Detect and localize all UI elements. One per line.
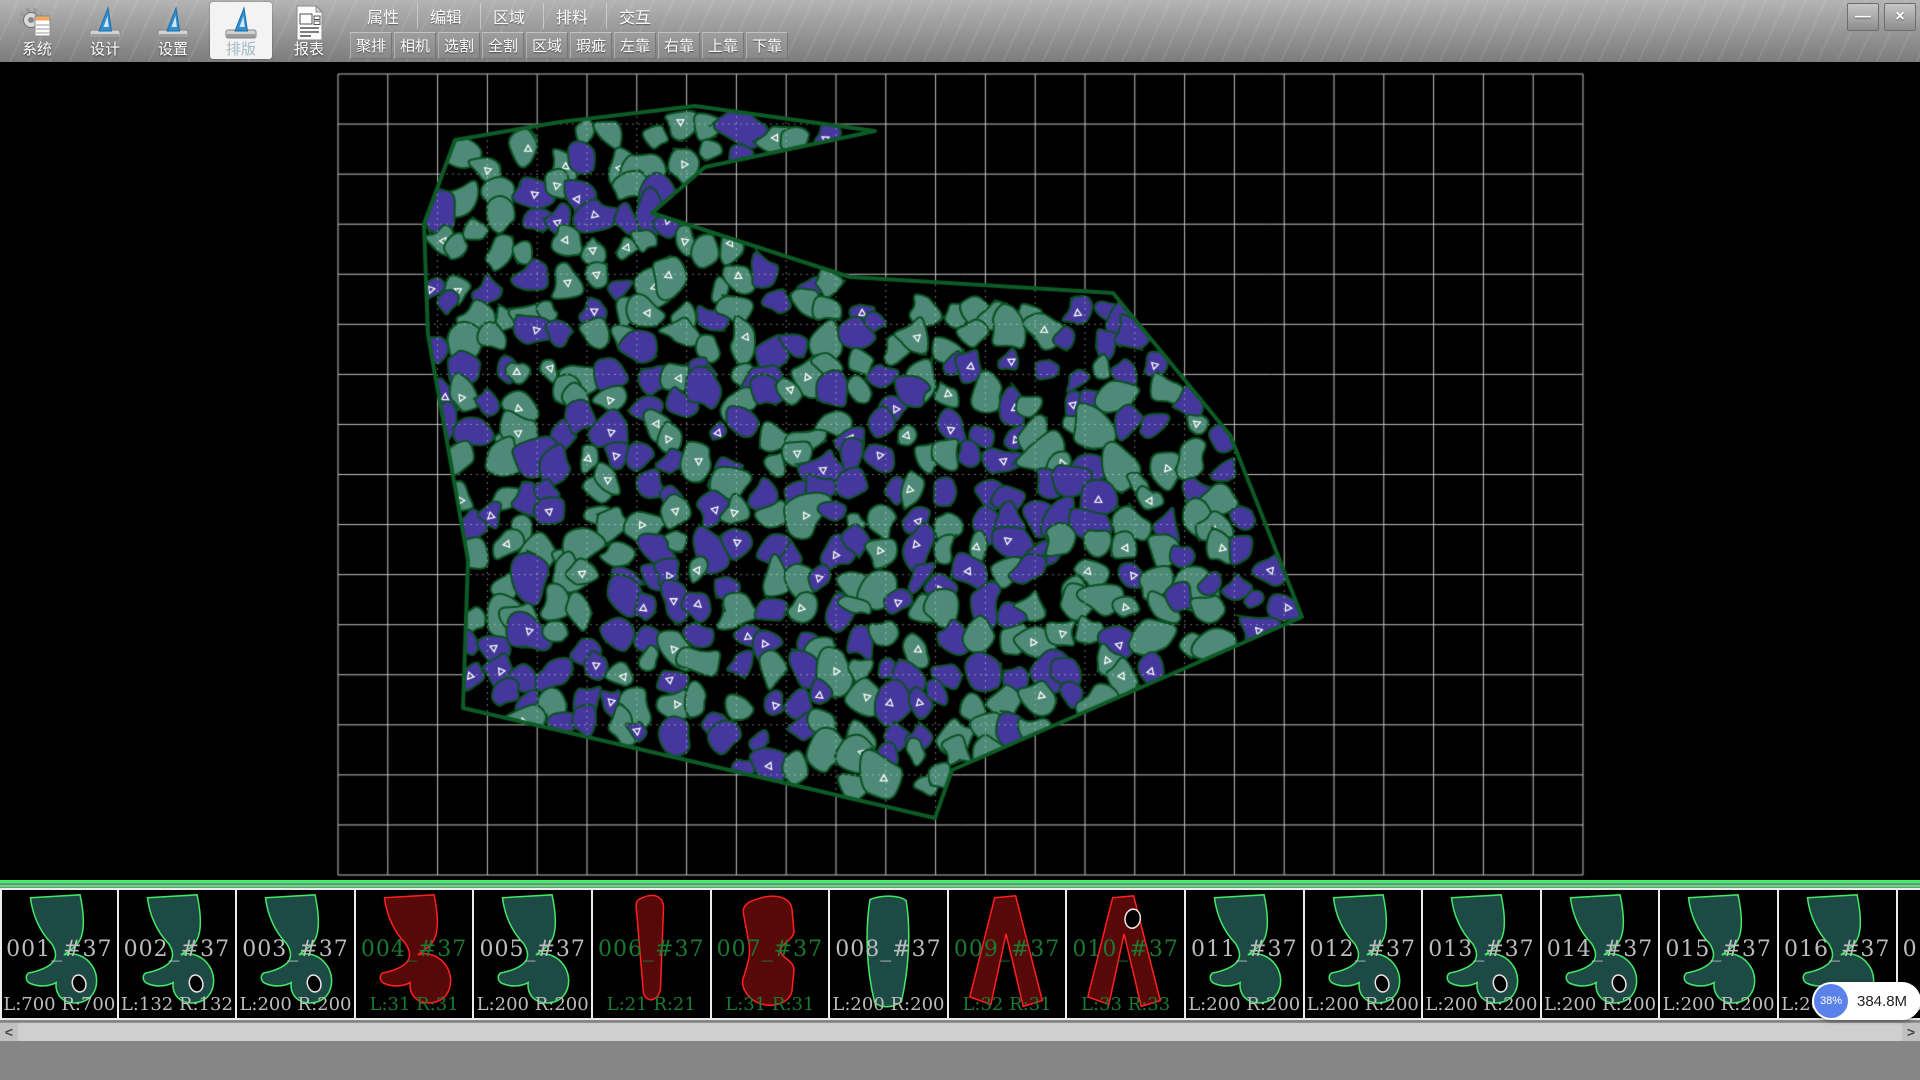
piece-filmstrip: 001_#37L:700 R:700002_#37L:132 R:132003_… [0,888,1920,1020]
piece-name: 011_#37 [1186,937,1303,962]
piece-name: 013_#37 [1423,937,1540,962]
filmstrip-item[interactable]: 012_#37 L:200 R:200 [1305,888,1424,1020]
piece-lr-count: L:200 R:200 [830,994,947,1015]
filmstrip-separator-line [0,880,1920,883]
app-button-system[interactable]: 系统 [6,2,68,59]
piece-lr-count: L:200 R:200 [474,994,591,1015]
piece-lr-count: L:32 R:31 [949,994,1066,1015]
piece-name: 001_#37 [2,937,117,962]
tool-align-left[interactable]: 左靠 [614,32,656,59]
piece-name: 007_#37 [712,937,829,962]
report-icon [291,3,327,41]
menu-properties[interactable]: 属性 [355,3,411,29]
filmstrip-item[interactable]: 013_#37 L:200 R:200 [1423,888,1542,1020]
piece-lr-count: L:200 R:200 [1305,994,1422,1015]
piece-lr-count: L:31 R:31 [712,994,829,1015]
piece-name: 003_#37 [237,937,354,962]
filmstrip-item[interactable]: 014_#37 L:200 R:200 [1542,888,1661,1020]
piece-lr-count: L:33 R:33 [1067,994,1184,1015]
settings-icon [154,3,192,41]
minimize-button[interactable]: — [1847,3,1879,31]
filmstrip-item[interactable]: 011_#37 L:200 R:200 [1186,888,1305,1020]
app-button-label: 设置 [158,41,188,59]
piece-name: 006_#37 [593,937,710,962]
piece-name: 012_#37 [1305,937,1422,962]
scroll-right-button[interactable]: > [1902,1023,1920,1041]
filmstrip-item[interactable]: 003_#37 L:200 R:200 [237,888,356,1020]
app-mode-buttons: 系统 设计 设置 排版 报表 [6,2,340,59]
tool-select-cut[interactable]: 选割 [438,32,480,59]
tool-region[interactable]: 区域 [526,32,568,59]
menu-tabs: 属性编辑区域排料交互 [352,3,666,29]
piece-name: 005_#37 [474,937,591,962]
piece-name: 002_#37 [119,937,236,962]
tool-cluster-nest[interactable]: 聚排 [350,32,392,59]
piece-name: 015_#37 [1660,937,1777,962]
piece-lr-count: L:700 R:700 [2,994,117,1015]
filmstrip-item[interactable]: 006_#37 L:21 R:21 [593,888,712,1020]
app-button-label: 排版 [226,41,256,59]
piece-lr-count: L:31 R:31 [356,994,473,1015]
progress-circle: 38% [1814,984,1848,1018]
filmstrip-item[interactable]: 004_#37 L:31 R:31 [356,888,475,1020]
tool-defect[interactable]: 瑕疵 [570,32,612,59]
piece-name: 016_#37 [1779,937,1896,962]
nesting-canvas[interactable] [0,62,1920,880]
app-button-design[interactable]: 设计 [74,2,136,59]
filmstrip-item[interactable]: 002_#37 L:132 R:132 [119,888,238,1020]
filmstrip-separator-line-2 [0,885,1920,887]
piece-lr-count: L:200 R:200 [1186,994,1303,1015]
piece-lr-count: L:21 R:21 [593,994,710,1015]
piece-name: 014_#37 [1542,937,1659,962]
piece-lr-count: L:200 R:200 [237,994,354,1015]
piece-lr-count: L:200 R:200 [1423,994,1540,1015]
filmstrip-item[interactable]: 008_#37 L:200 R:200 [830,888,949,1020]
tool-align-bottom[interactable]: 下靠 [746,32,788,59]
filmstrip-item[interactable]: 005_#37 L:200 R:200 [474,888,593,1020]
piece-lr-count: L:200 R:200 [1542,994,1659,1015]
app-button-label: 报表 [294,41,324,59]
filmstrip-item[interactable]: 007_#37 L:31 R:31 [712,888,831,1020]
window-controls: — × [1847,3,1916,31]
menu-interact[interactable]: 交互 [606,3,663,29]
system-icon [18,3,56,41]
horizontal-scrollbar[interactable]: < > [0,1022,1920,1041]
close-button[interactable]: × [1884,3,1916,31]
app-button-layout[interactable]: 排版 [210,2,272,59]
app-button-label: 系统 [22,41,52,59]
filmstrip-item[interactable]: 015_#37 L:200 R:200 [1660,888,1779,1020]
piece-name: 017_#37 [1898,937,1920,962]
app-button-settings[interactable]: 设置 [142,2,204,59]
design-icon [86,3,124,41]
tool-buttons: 聚排相机选割全割区域瑕疵左靠右靠上靠下靠 [350,32,788,59]
tool-align-right[interactable]: 右靠 [658,32,700,59]
titlebar: 系统设计设置排版报表 属性编辑区域排料交互 聚排相机选割全割区域瑕疵左靠右靠上靠… [0,0,1920,63]
piece-name: 009_#37 [949,937,1066,962]
menu-region[interactable]: 区域 [480,3,537,29]
piece-name: 010_#37 [1067,937,1184,962]
tool-camera[interactable]: 相机 [394,32,436,59]
layout-icon [222,3,260,41]
menu-edit[interactable]: 编辑 [417,3,474,29]
piece-name: 004_#37 [356,937,473,962]
tool-cut-all[interactable]: 全割 [482,32,524,59]
scroll-left-button[interactable]: < [0,1023,18,1041]
filmstrip-item[interactable]: 001_#37 L:700 R:700 [0,888,119,1020]
piece-lr-count: L:200 R:200 [1660,994,1777,1015]
filmstrip-item[interactable]: 009_#37 L:32 R:31 [949,888,1068,1020]
piece-name: 008_#37 [830,937,947,962]
app-button-label: 设计 [90,41,120,59]
tool-align-top[interactable]: 上靠 [702,32,744,59]
memory-value: 384.8M [1857,993,1907,1010]
memory-status-badge: 38% 384.8M [1812,982,1920,1020]
piece-lr-count: L:132 R:132 [119,994,236,1015]
window-bottom-filler [0,1040,1920,1080]
filmstrip-item[interactable]: 010_#37 L:33 R:33 [1067,888,1186,1020]
app-button-report[interactable]: 报表 [278,2,340,59]
menu-nesting[interactable]: 排料 [543,3,600,29]
